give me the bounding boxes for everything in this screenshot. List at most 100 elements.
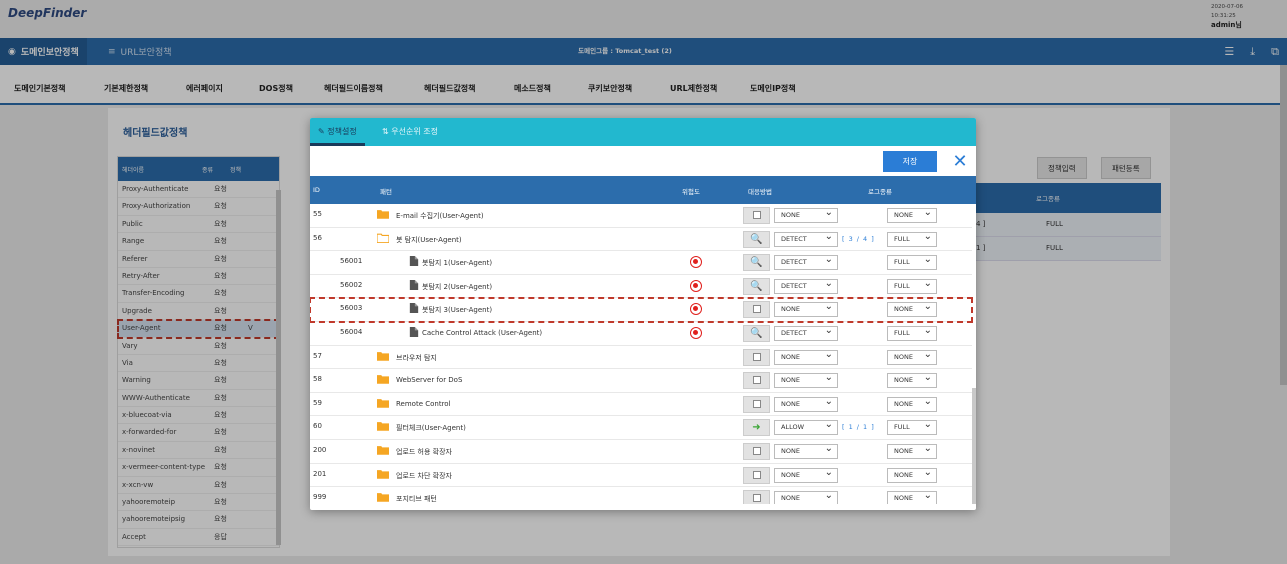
save-button[interactable]: 저장 (883, 151, 937, 172)
pattern-id: 57 (313, 351, 322, 360)
folder-icon (377, 446, 389, 455)
file-icon (409, 256, 419, 267)
search-icon[interactable]: 🔍 (743, 230, 770, 248)
pattern-row[interactable]: 60 필터체크(User-Agent) ➜ALLOW [ 1 / 1 ] FULL (310, 416, 972, 440)
folder-icon (377, 398, 389, 408)
pattern-row[interactable]: 56004 Cache Control Attack (User-Agent) 🔍 D… (310, 322, 972, 346)
checkbox-icon[interactable] (743, 395, 770, 413)
pattern-name: E-mail 수집기(User-Agent) (396, 212, 484, 220)
log-type-select[interactable]: FULL (887, 277, 937, 294)
tab-priority-adjust[interactable]: ⇅ 우선순위 조정 (382, 118, 438, 146)
log-type-select[interactable]: FULL (887, 230, 937, 247)
log-type-select[interactable]: NONE (887, 489, 937, 504)
action-select[interactable]: DETECT (774, 277, 838, 294)
pattern-name: 봇탐지 2(User-Agent) (422, 282, 493, 291)
tab-policy-settings[interactable]: ✎ 정책설정 (310, 118, 365, 146)
pattern-name: 봇탐지 1(User-Agent) (422, 259, 493, 268)
pattern-row[interactable]: 56 봇 탐지(User-Agent) 🔍DETECT [ 3 / 4 ] FULL (310, 228, 972, 252)
checkbox-icon[interactable] (743, 207, 770, 224)
pattern-name: 필터체크(User-Agent) (396, 424, 466, 433)
search-icon[interactable]: 🔍 (743, 254, 770, 272)
file-icon (409, 327, 419, 337)
file-icon (409, 303, 419, 314)
close-icon[interactable]: ✕ (950, 151, 970, 172)
pattern-id: 200 (313, 446, 327, 454)
pattern-row[interactable]: 56003 봇탐지 3(User-Agent) NONE NONE (310, 297, 973, 323)
pattern-name: 업로드 허용 확장자 (396, 448, 452, 456)
action-select[interactable]: NONE (774, 300, 838, 318)
action-select[interactable]: NONE (774, 206, 838, 223)
pattern-id: 60 (313, 422, 322, 431)
pattern-id: 999 (313, 493, 327, 502)
pattern-id: 58 (313, 375, 322, 384)
pattern-row[interactable]: 56002 봇탐지 2(User-Agent) 🔍DETECT FULL (310, 275, 972, 299)
action-select[interactable]: DETECT (774, 230, 838, 247)
log-type-select[interactable]: FULL (887, 324, 937, 341)
pattern-row[interactable]: 59 Remote Control NONE NONE (310, 393, 972, 417)
action-select[interactable]: NONE (774, 466, 838, 483)
pattern-row[interactable]: 999 포지티브 패턴 NONE NONE (310, 487, 972, 504)
risk-icon (690, 279, 702, 292)
folder-icon (377, 422, 389, 432)
risk-icon (690, 327, 702, 339)
search-icon[interactable]: 🔍 (743, 325, 770, 342)
log-type-select[interactable]: NONE (887, 348, 937, 365)
pattern-id: 201 (313, 469, 327, 478)
folder-icon (377, 351, 389, 361)
pattern-name: Cache Control Attack (User-Agent) (422, 329, 543, 337)
policy-settings-modal: ✎ 정책설정 ⇅ 우선순위 조정 저장 ✕ ID 패턴 위험도 대응방법 로그종… (310, 118, 976, 510)
action-select[interactable]: NONE (774, 489, 838, 504)
pattern-id: 56003 (340, 304, 363, 313)
checkbox-icon[interactable] (743, 490, 770, 504)
checkbox-icon[interactable] (743, 301, 770, 319)
pattern-id: 56 (313, 233, 322, 242)
folder-icon (377, 469, 389, 479)
pattern-row[interactable]: 57 브라우저 탐지 NONE NONE (310, 346, 972, 370)
log-type-select[interactable]: NONE (887, 442, 937, 459)
pattern-name: 업로드 차단 확장자 (396, 471, 452, 480)
folder-icon (377, 210, 389, 219)
action-select[interactable]: NONE (774, 395, 838, 412)
action-select[interactable]: DETECT (774, 324, 838, 341)
pencil-icon: ✎ (318, 127, 325, 136)
log-type-select[interactable]: NONE (887, 300, 937, 318)
checkbox-icon[interactable] (743, 466, 770, 484)
risk-icon (690, 256, 702, 269)
arrow-right-icon[interactable]: ➜ (743, 419, 770, 437)
checkbox-icon[interactable] (743, 443, 770, 460)
pattern-id: 59 (313, 398, 322, 407)
log-type-select[interactable]: FULL (887, 253, 937, 271)
log-type-select[interactable]: NONE (887, 371, 937, 389)
pattern-name: WebServer for DoS (396, 376, 463, 385)
pattern-table-head: ID 패턴 위험도 대응방법 로그종류 (310, 176, 976, 204)
folder-icon (377, 493, 389, 502)
folder-open-icon (377, 233, 389, 243)
modal-tabs: ✎ 정책설정 ⇅ 우선순위 조정 (310, 118, 976, 146)
pattern-row[interactable]: 56001 봇탐지 1(User-Agent) 🔍DETECT FULL (310, 251, 972, 275)
pattern-row[interactable]: 201 업로드 차단 확장자 NONE NONE (310, 464, 972, 488)
pattern-name: Remote Control (396, 399, 451, 408)
pattern-name: 브라우저 탐지 (396, 353, 437, 362)
pattern-row[interactable]: 55 E-mail 수집기(User-Agent) NONE NONE (310, 204, 972, 228)
pattern-table-body: 55 E-mail 수집기(User-Agent) NONE NONE 56 봇 탐지(U… (310, 204, 976, 504)
file-icon (409, 279, 419, 290)
checkbox-icon[interactable] (743, 348, 770, 366)
log-type-select[interactable]: FULL (887, 418, 937, 436)
sort-icon: ⇅ (382, 127, 389, 136)
modal-scrollbar[interactable] (972, 388, 976, 504)
action-select[interactable]: NONE (774, 371, 838, 389)
log-type-select[interactable]: NONE (887, 206, 937, 223)
log-type-select[interactable]: NONE (887, 395, 937, 412)
log-type-select[interactable]: NONE (887, 466, 937, 483)
action-select[interactable]: DETECT (774, 253, 838, 271)
pattern-id: 56001 (340, 257, 363, 266)
checkbox-icon[interactable] (743, 372, 770, 390)
action-select[interactable]: NONE (774, 442, 838, 459)
action-select[interactable]: ALLOW (774, 418, 838, 436)
pattern-row[interactable]: 58 WebServer for DoS NONE NONE (310, 369, 972, 393)
pattern-row[interactable]: 200 업로드 허용 확장자 NONE NONE (310, 440, 972, 464)
match-count: [ 3 / 4 ] (842, 234, 875, 243)
folder-icon (377, 375, 389, 384)
search-icon[interactable]: 🔍 (743, 277, 770, 295)
action-select[interactable]: NONE (774, 348, 838, 365)
